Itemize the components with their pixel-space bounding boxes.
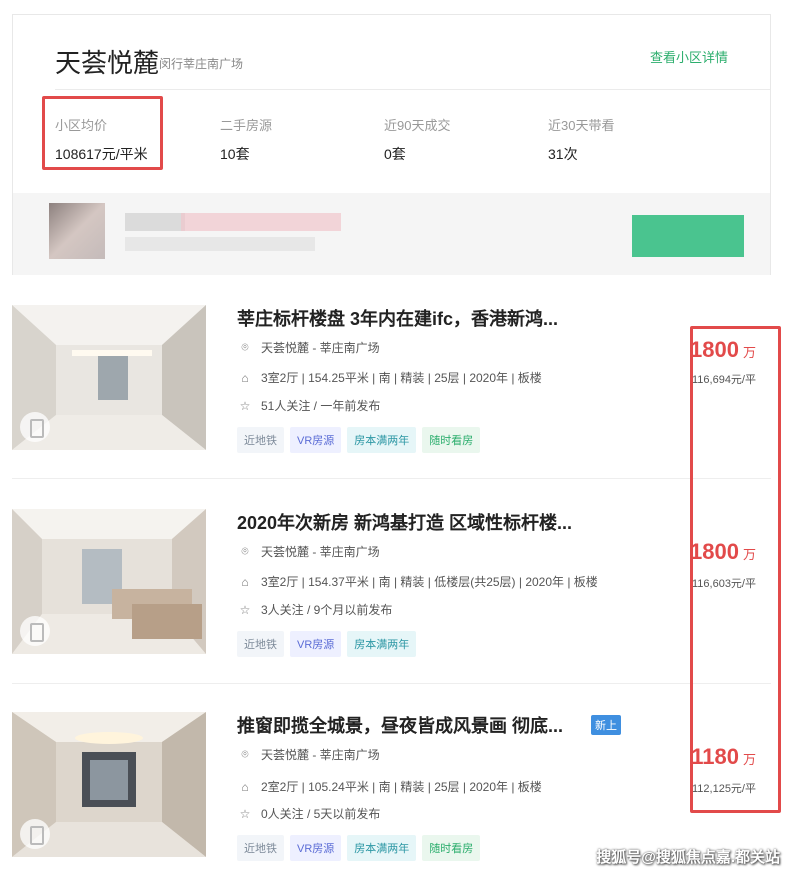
star-icon: ☆ xyxy=(239,398,251,413)
listing-specs: ⌂ 3室2厅 | 154.25平米 | 南 | 精装 | 25层 | 2020年… xyxy=(237,369,542,386)
listing-location: ⌾ 天荟悦麓 - 莘庄南广场 xyxy=(237,746,380,763)
star-icon: ☆ xyxy=(239,602,251,617)
agent-name-blurred xyxy=(125,213,185,231)
listing-tags: 近地铁 VR房源 房本满两年 随时看房 xyxy=(237,427,481,453)
location-text[interactable]: 天荟悦麓 - 莘庄南广场 xyxy=(261,543,380,560)
highlight-prices xyxy=(690,326,781,813)
listing-photo[interactable] xyxy=(12,305,206,450)
stat-label: 近30天带看 xyxy=(548,118,615,133)
listing-specs: ⌂ 2室2厅 | 105.24平米 | 南 | 精装 | 25层 | 2020年… xyxy=(237,778,542,795)
location-pin-icon: ⌾ xyxy=(241,544,249,558)
listing-photo[interactable] xyxy=(12,509,206,654)
house-icon: ⌂ xyxy=(241,574,249,589)
tag-vr: VR房源 xyxy=(290,427,342,453)
listing-followers: ☆ 3人关注 / 9个月以前发布 xyxy=(237,601,393,618)
view-community-details-link[interactable]: 查看小区详情 xyxy=(650,47,728,66)
tag-two-years: 房本满两年 xyxy=(347,427,417,453)
agent-bar xyxy=(13,193,770,275)
tag-two-years: 房本满两年 xyxy=(347,631,417,657)
contact-agent-button[interactable] xyxy=(632,215,744,257)
listing-followers: ☆ 0人关注 / 5天以前发布 xyxy=(237,805,381,822)
stat-viewings-30d: 近30天带看 31次 xyxy=(548,115,614,164)
location-pin-icon: ⌾ xyxy=(241,747,249,761)
listing-photo[interactable] xyxy=(12,712,206,857)
specs-text: 3室2厅 | 154.25平米 | 南 | 精装 | 25层 | 2020年 |… xyxy=(261,371,542,385)
community-location: 闵行莘庄南广场 xyxy=(159,57,244,71)
divider xyxy=(12,683,771,684)
stat-listings: 二手房源 10套 xyxy=(220,115,272,164)
stat-deals-90d: 近90天成交 0套 xyxy=(384,115,450,164)
listing-followers: ☆ 51人关注 / 一年前发布 xyxy=(237,397,381,414)
watermark: 搜狐号@搜狐焦点嘉.都关站 xyxy=(596,849,780,866)
tag-anytime-viewing: 随时看房 xyxy=(422,427,481,453)
specs-text: 2室2厅 | 105.24平米 | 南 | 精装 | 25层 | 2020年 |… xyxy=(261,780,542,794)
listing-card[interactable]: 2020年次新房 新鸿基打造 区域性标杆楼... ⌾ 天荟悦麓 - 莘庄南广场 … xyxy=(12,509,771,689)
vr-icon[interactable] xyxy=(20,412,50,442)
specs-text: 3室2厅 | 154.37平米 | 南 | 精装 | 低楼层(共25层) | 2… xyxy=(261,575,598,589)
new-listing-badge: 新上 xyxy=(591,715,621,735)
listing-card[interactable]: 莘庄标杆楼盘 3年内在建ifc，香港新鸿... ⌾ 天荟悦麓 - 莘庄南广场 ⌂… xyxy=(12,305,771,485)
listing-title[interactable]: 2020年次新房 新鸿基打造 区域性标杆楼... xyxy=(237,509,572,535)
listing-tags: 近地铁 VR房源 房本满两年 随时看房 xyxy=(237,835,481,861)
listing-tags: 近地铁 VR房源 房本满两年 xyxy=(237,631,417,657)
stat-label: 二手房源 xyxy=(220,118,273,133)
location-text[interactable]: 天荟悦麓 - 莘庄南广场 xyxy=(261,339,380,356)
followers-text: 3人关注 / 9个月以前发布 xyxy=(261,603,393,617)
listing-title[interactable]: 推窗即揽全城景，昼夜皆成风景画 彻底... xyxy=(237,712,563,738)
listing-location: ⌾ 天荟悦麓 - 莘庄南广场 xyxy=(237,543,380,560)
listing-specs: ⌂ 3室2厅 | 154.37平米 | 南 | 精装 | 低楼层(共25层) |… xyxy=(237,573,598,590)
tag-metro: 近地铁 xyxy=(237,427,284,453)
vr-icon[interactable] xyxy=(20,819,50,849)
stat-value: 10套 xyxy=(220,146,250,162)
tag-vr: VR房源 xyxy=(290,835,342,861)
divider xyxy=(12,478,771,479)
agent-avatar xyxy=(49,203,105,259)
tag-metro: 近地铁 xyxy=(237,835,284,861)
listing-location: ⌾ 天荟悦麓 - 莘庄南广场 xyxy=(237,339,380,356)
divider xyxy=(55,89,770,90)
stat-value: 31次 xyxy=(548,146,578,162)
agent-info-blurred xyxy=(181,213,341,231)
agent-info-blurred-2 xyxy=(125,237,315,251)
followers-text: 0人关注 / 5天以前发布 xyxy=(261,807,381,821)
location-pin-icon: ⌾ xyxy=(241,340,249,354)
tag-anytime-viewing: 随时看房 xyxy=(422,835,481,861)
highlight-average-price xyxy=(42,96,163,170)
listing-title[interactable]: 莘庄标杆楼盘 3年内在建ifc，香港新鸿... xyxy=(237,305,558,331)
house-icon: ⌂ xyxy=(241,370,249,385)
house-icon: ⌂ xyxy=(241,779,249,794)
tag-vr: VR房源 xyxy=(290,631,342,657)
stat-label: 近90天成交 xyxy=(384,118,451,133)
tag-two-years: 房本满两年 xyxy=(347,835,417,861)
location-text[interactable]: 天荟悦麓 - 莘庄南广场 xyxy=(261,746,380,763)
star-icon: ☆ xyxy=(239,806,251,821)
followers-text: 51人关注 / 一年前发布 xyxy=(261,399,381,413)
tag-metro: 近地铁 xyxy=(237,631,284,657)
vr-icon[interactable] xyxy=(20,616,50,646)
stat-value: 0套 xyxy=(384,146,406,162)
community-name[interactable]: 天荟悦麓 xyxy=(55,43,159,80)
